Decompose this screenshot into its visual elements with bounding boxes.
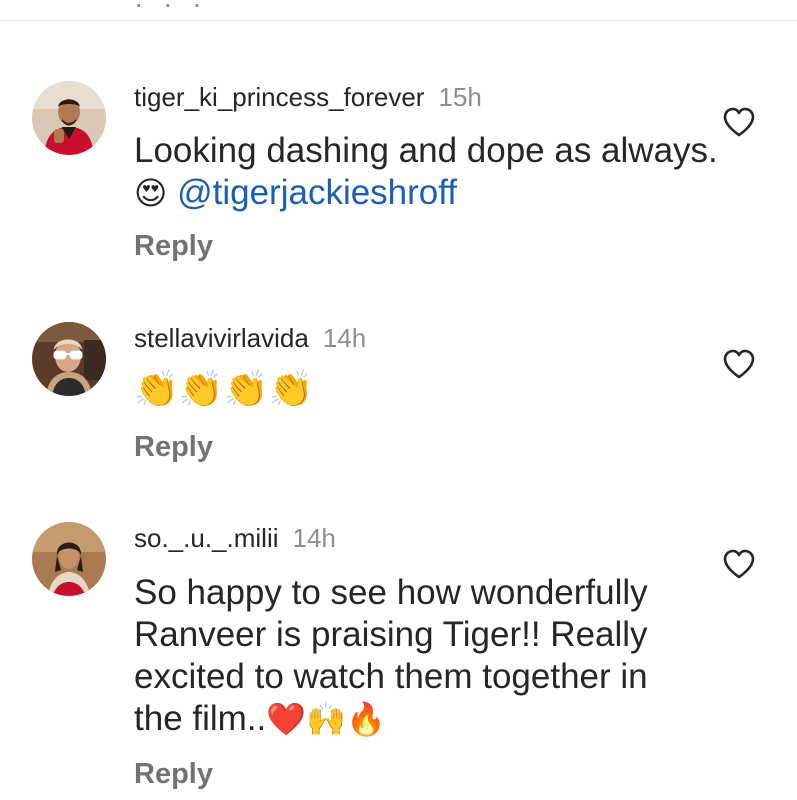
heart-outline-icon[interactable] xyxy=(722,106,756,138)
avatar[interactable] xyxy=(32,322,106,396)
avatar[interactable] xyxy=(32,81,106,155)
comment-text: So happy to see how wonderfully Ranveer … xyxy=(134,572,724,740)
comment-text: Looking dashing and dope as always. 😍 @t… xyxy=(134,130,724,214)
heart-eyes-emoji: 😍 xyxy=(134,175,168,211)
heart-outline-icon[interactable] xyxy=(722,548,756,580)
comment-header: tiger_ki_princess_forever 15h xyxy=(134,82,482,113)
heart-raised-hands-fire-emoji: ❤️🙌🔥 xyxy=(266,701,386,737)
comment-text: 👏👏👏👏 xyxy=(134,368,724,411)
cutoff-text-fragment: · · · xyxy=(134,0,208,19)
comment-header: stellavivirlavida 14h xyxy=(134,323,366,354)
timestamp: 15h xyxy=(438,82,482,112)
reply-button[interactable]: Reply xyxy=(134,758,213,791)
timestamp: 14h xyxy=(322,323,367,353)
username[interactable]: stellavivirlavida xyxy=(134,323,309,353)
comment-header: so._.u._.milii 14h xyxy=(134,523,336,554)
comment-text-line: excited to watch them together in xyxy=(134,657,648,696)
mention-link[interactable]: @tigerjackieshroff xyxy=(167,173,457,212)
clapping-hands-emoji: 👏👏👏👏 xyxy=(134,368,314,409)
comment-text-line: Ranveer is praising Tiger!! Really xyxy=(134,615,648,654)
username[interactable]: tiger_ki_princess_forever xyxy=(134,82,424,112)
heart-outline-icon[interactable] xyxy=(722,348,756,380)
comment-text-line: So happy to see how wonderfully xyxy=(134,573,648,612)
username[interactable]: so._.u._.milii xyxy=(134,523,279,553)
timestamp: 14h xyxy=(292,523,336,553)
comment-text-body: Looking dashing and dope as always. xyxy=(134,131,718,170)
previous-comment-cutoff: · · · xyxy=(0,0,797,21)
comment-text-line: the film..❤️🙌🔥 xyxy=(134,698,724,740)
avatar[interactable] xyxy=(32,522,106,596)
reply-button[interactable]: Reply xyxy=(134,431,213,464)
comment-text-end: the film.. xyxy=(134,699,267,738)
reply-button[interactable]: Reply xyxy=(134,230,213,263)
